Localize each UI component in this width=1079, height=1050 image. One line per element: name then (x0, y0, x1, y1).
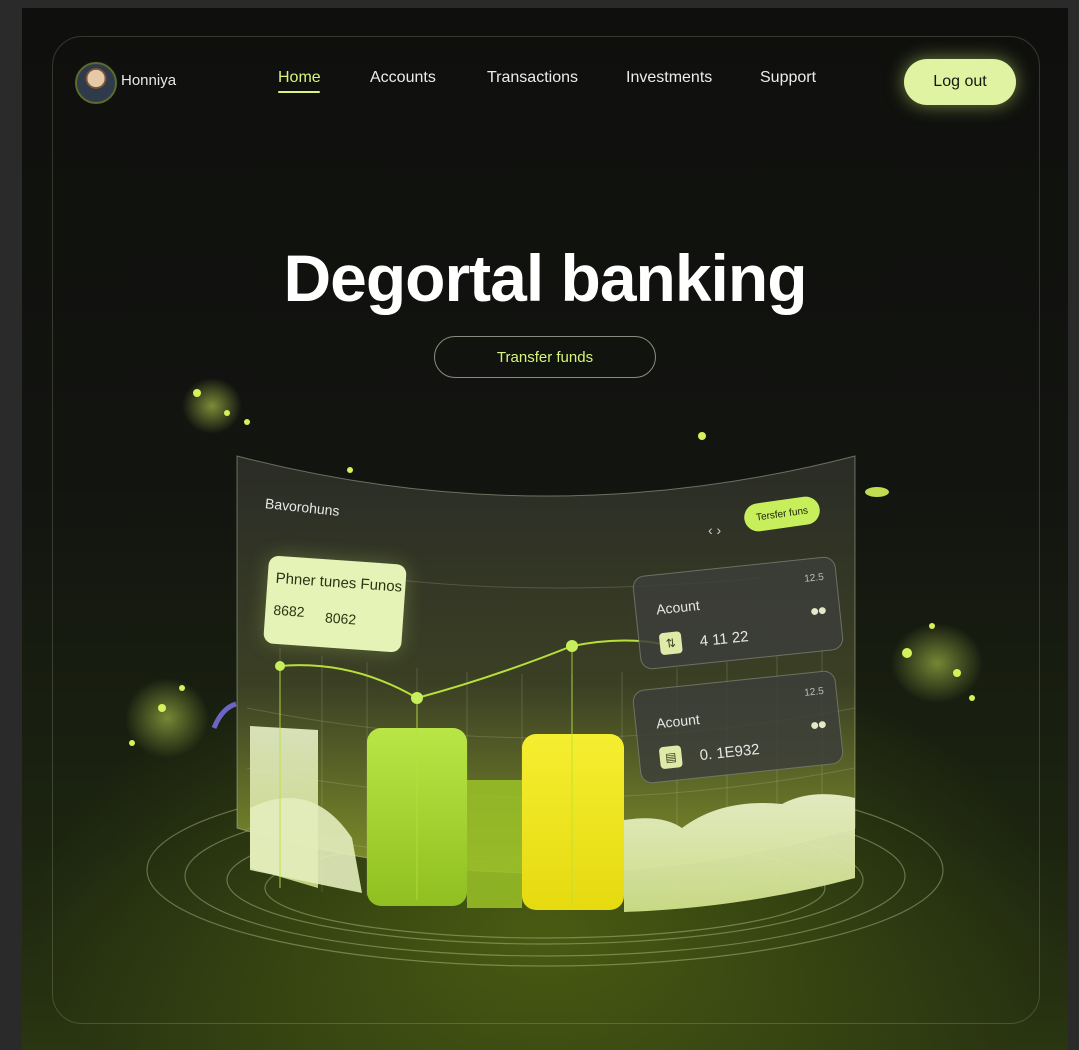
summary-card-value-b: 8062 (324, 609, 357, 628)
account-amount: 0. 1E932 (698, 740, 761, 765)
chart-point (566, 640, 578, 652)
account-label: Acount (655, 711, 701, 732)
account-amount: 4 11 22 (698, 628, 750, 651)
app-window: Honniya Home Accounts Transactions Inves… (22, 8, 1068, 1050)
bar-mid (467, 780, 522, 908)
transfer-icon: ⇅ (658, 631, 683, 656)
dashboard-illustration (125, 378, 983, 967)
summary-card: Phner tunes Funos 8682 8062 (263, 555, 407, 653)
summary-card-value-a: 8682 (272, 601, 306, 620)
coin-icon: ●● (809, 601, 827, 621)
account-value: 12.5 (803, 685, 825, 699)
chart-point (411, 692, 423, 704)
bar-yellow (522, 734, 624, 910)
chart-point (275, 661, 285, 671)
panel-nav-arrows[interactable]: ‹ › (708, 522, 721, 538)
account-value: 12.5 (803, 571, 825, 585)
coin-icon: ●● (809, 715, 827, 735)
summary-card-title: Phner tunes Funos (275, 569, 403, 596)
account-label: Acount (655, 597, 701, 618)
wallet-icon: ▤ (658, 745, 683, 770)
